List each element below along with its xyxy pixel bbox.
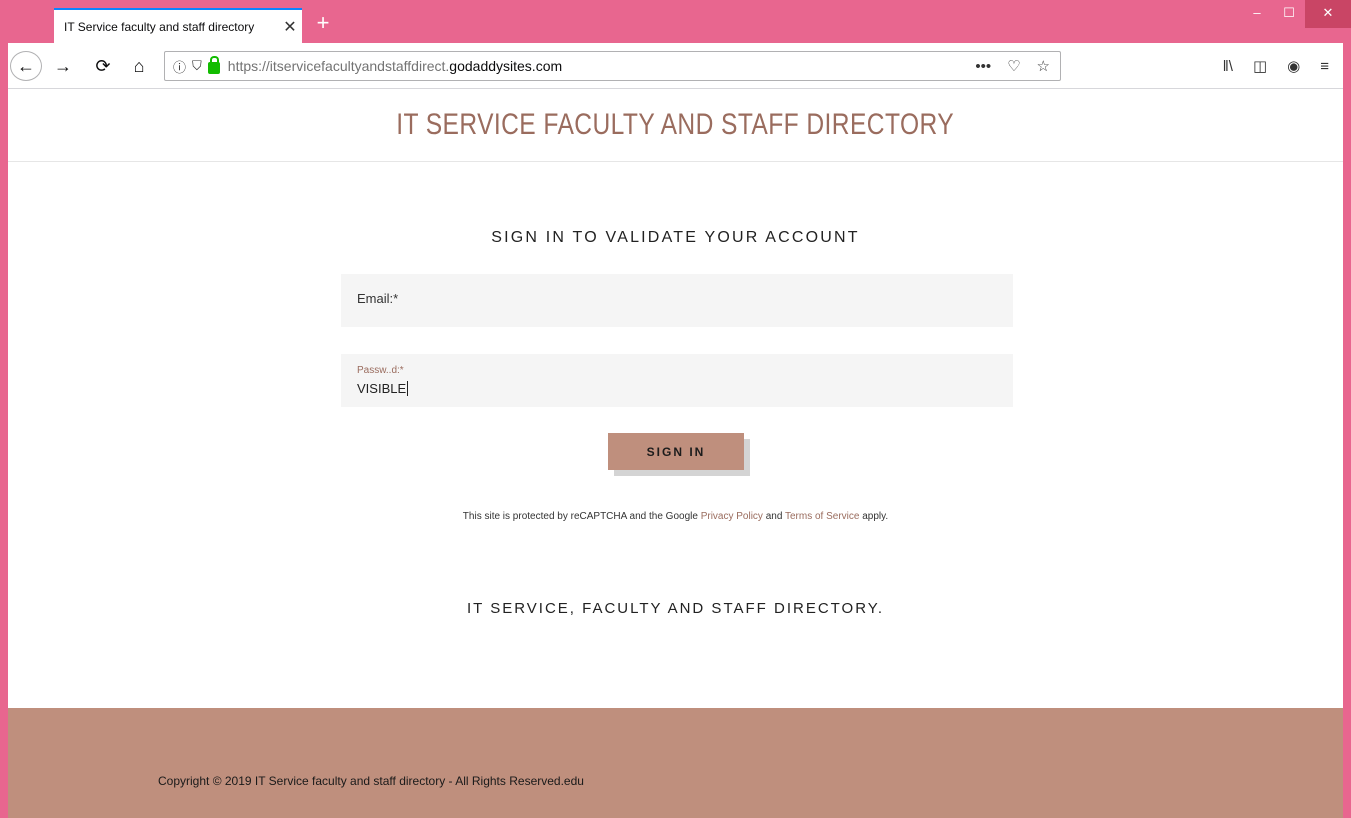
form-heading: SIGN IN TO VALIDATE YOUR ACCOUNT xyxy=(491,229,860,246)
reload-icon[interactable]: ⟳ xyxy=(88,51,118,81)
maximize-icon[interactable]: ☐ xyxy=(1273,0,1305,28)
lock-icon[interactable] xyxy=(207,56,220,74)
site-header: IT SERVICE FACULTY AND STAFF DIRECTORY xyxy=(8,89,1343,162)
recaptcha-prefix: This site is protected by reCAPTCHA and … xyxy=(462,511,701,522)
url-prefix: https://itservicefacultyandstaffdirect. xyxy=(227,58,450,74)
password-field[interactable]: Passw..d:* VISIBLE xyxy=(341,354,1013,407)
site-tagline: IT SERVICE, FACULTY AND STAFF DIRECTORY. xyxy=(466,600,885,617)
page-content: IT SERVICE FACULTY AND STAFF DIRECTORY S… xyxy=(8,89,1343,818)
tracking-shield-icon[interactable]: ⛉ xyxy=(192,58,202,74)
browser-tab[interactable]: IT Service faculty and staff directory ✕ xyxy=(54,8,302,43)
privacy-policy-link[interactable]: Privacy Policy xyxy=(701,511,763,522)
email-field[interactable]: Email:* xyxy=(341,274,1013,327)
text-caret xyxy=(407,381,409,396)
url-domain: godaddysites.com xyxy=(449,58,563,74)
site-footer: Copyright © 2019 IT Service faculty and … xyxy=(8,708,1343,818)
pocket-icon[interactable]: ♡ xyxy=(1007,57,1020,75)
url-security-icons: ⓘ ⛉ xyxy=(173,56,220,76)
recaptcha-notice: This site is protected by reCAPTCHA and … xyxy=(8,511,1343,522)
menu-icon[interactable]: ≡ xyxy=(1320,58,1329,75)
url-bar[interactable]: ⓘ ⛉ https://itservicefacultyandstaffdire… xyxy=(164,51,1061,81)
browser-titlebar: IT Service faculty and staff directory ✕… xyxy=(0,0,1351,43)
window-close-icon[interactable]: ✕ xyxy=(1305,0,1351,28)
terms-of-service-link[interactable]: Terms of Service xyxy=(785,511,859,522)
toolbar-right: ‖\ ◫ ◉ ≡ xyxy=(1223,51,1343,81)
home-icon[interactable]: ⌂ xyxy=(124,51,154,81)
sidebar-icon[interactable]: ◫ xyxy=(1253,57,1267,75)
copyright-text: Copyright © 2019 IT Service faculty and … xyxy=(158,774,584,788)
bookmark-star-icon[interactable]: ☆ xyxy=(1037,57,1050,75)
site-title[interactable]: IT SERVICE FACULTY AND STAFF DIRECTORY xyxy=(397,108,955,142)
close-icon[interactable]: ✕ xyxy=(278,17,302,37)
recaptcha-and: and xyxy=(762,511,785,522)
library-icon[interactable]: ‖\ xyxy=(1223,58,1233,75)
info-icon[interactable]: ⓘ xyxy=(173,57,186,76)
recaptcha-apply: apply. xyxy=(859,511,889,522)
window-controls: – ☐ ✕ xyxy=(1241,0,1351,30)
password-value: VISIBLE xyxy=(357,381,407,396)
tab-title: IT Service faculty and staff directory xyxy=(64,19,255,34)
forward-arrow-icon[interactable]: → xyxy=(48,51,78,81)
browser-navbar: ← → ⟳ ⌂ ⓘ ⛉ https://itservicefacultyands… xyxy=(8,43,1343,89)
sign-in-button[interactable]: SIGN IN xyxy=(608,433,744,470)
new-tab-button[interactable]: + xyxy=(308,10,338,38)
more-icon[interactable]: ••• xyxy=(975,58,991,75)
password-label: Passw..d:* xyxy=(357,365,404,376)
url-actions: ••• ♡ ☆ xyxy=(975,52,1050,80)
minimize-icon[interactable]: – xyxy=(1241,0,1273,28)
back-arrow-icon[interactable]: ← xyxy=(10,51,42,81)
password-value-wrap: VISIBLE xyxy=(357,381,409,396)
account-icon[interactable]: ◉ xyxy=(1287,57,1300,75)
email-label: Email:* xyxy=(357,291,399,306)
